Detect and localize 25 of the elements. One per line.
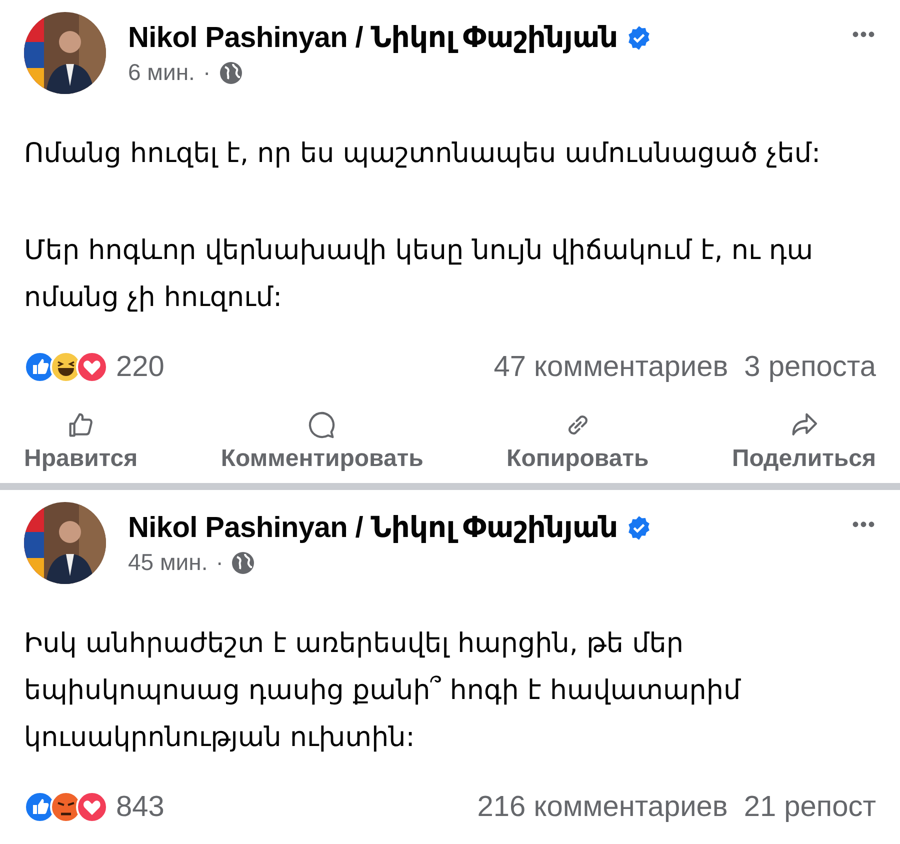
copy-button[interactable]: Копировать bbox=[506, 409, 649, 473]
more-options-button[interactable]: ••• bbox=[852, 24, 876, 47]
comment-button[interactable]: Комментировать bbox=[220, 409, 424, 473]
comment-count[interactable]: 216 комментариев bbox=[477, 790, 728, 824]
share-button[interactable]: Поделиться bbox=[732, 409, 876, 473]
author-name[interactable]: Nikol Pashinyan / Նիկոլ Փաշինյան bbox=[128, 20, 618, 55]
post-time: 45 мин. bbox=[128, 549, 208, 576]
author-name[interactable]: Nikol Pashinyan / Նիկոլ Փաշինյան bbox=[128, 510, 618, 545]
share-count[interactable]: 21 репост bbox=[744, 790, 876, 824]
like-button[interactable]: Нравится bbox=[24, 409, 138, 473]
globe-icon bbox=[218, 60, 243, 84]
reaction-count[interactable]: 220 bbox=[116, 350, 494, 384]
share-count[interactable]: 3 репоста bbox=[744, 350, 876, 384]
post-text: Մեր հոգևոր վերնախավի կեսը նույն վիճակում է, ու դա ոմանց չի հուզում: bbox=[24, 234, 814, 315]
heart-reaction-icon bbox=[76, 791, 108, 823]
post-text: Ոմանց հուզել է, որ ես պաշտոնապես ամուսնացած չեմ: bbox=[24, 137, 822, 171]
reaction-count[interactable]: 843 bbox=[116, 790, 478, 824]
comment-count[interactable]: 47 комментариев bbox=[494, 350, 728, 384]
separator-dot: · bbox=[202, 59, 211, 86]
post-text: Իսկ անհրաժեշտ է առերեսվել հարցին, թե մեր եպիսկոպոսաց դասից քանի՞ հոգի է հավատարիմ կուսակրոնության ուխտին: bbox=[24, 627, 742, 755]
more-options-button[interactable]: ••• bbox=[852, 514, 876, 537]
globe-icon bbox=[231, 550, 256, 574]
heart-reaction-icon bbox=[76, 351, 108, 383]
post-time: 6 мин. bbox=[128, 59, 195, 86]
separator-dot: · bbox=[216, 549, 224, 576]
